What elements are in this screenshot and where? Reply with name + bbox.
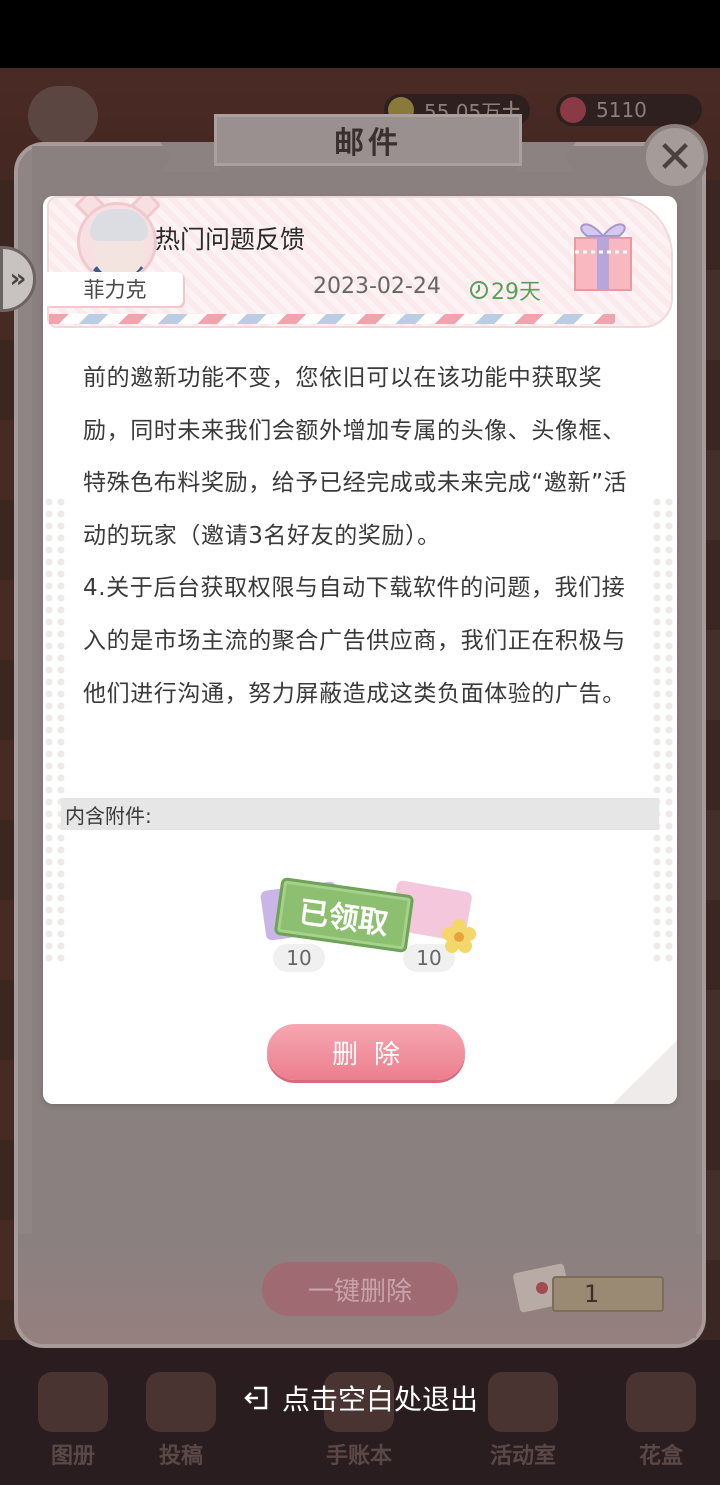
clock-icon (470, 281, 488, 299)
status-bar-area (0, 0, 720, 68)
exit-icon (244, 1386, 268, 1410)
sender-avatar (77, 202, 157, 282)
menu-item-label: 活动室 (489, 1443, 556, 1469)
exit-hint[interactable]: 点击空白处退出 (0, 1376, 720, 1420)
menu-item-label: 手账本 (325, 1443, 392, 1469)
mail-body: 前的邀新功能不变，您依旧可以在该功能中获取奖励，同时未来我们会额外增加专属的头像… (83, 352, 639, 720)
menu-item-label: 花盒 (638, 1443, 683, 1469)
mail-body-paragraph: 前的邀新功能不变，您依旧可以在该功能中获取奖励，同时未来我们会额外增加专属的头像… (83, 365, 628, 549)
gift-icon (574, 223, 632, 291)
close-icon: ✕ (656, 131, 694, 183)
lace-decoration-right (651, 496, 677, 966)
mail-detail-card: 菲力克 热门问题反馈 2023-02-24 29天 前的邀新功能不变，您依旧可以… (43, 196, 677, 1104)
mail-subject: 热门问题反馈 (155, 225, 306, 254)
page-curl-decoration (613, 1040, 677, 1104)
menu-item-label: 投稿 (158, 1443, 203, 1469)
gem-icon (560, 97, 586, 123)
exit-hint-text: 点击空白处退出 (281, 1383, 478, 1416)
double-chevron-right-icon: » (9, 264, 27, 294)
lace-decoration-left (43, 496, 69, 966)
close-button[interactable]: ✕ (642, 124, 708, 190)
mail-expiry-value: 29天 (491, 280, 541, 305)
flower-icon (442, 919, 476, 953)
menu-item-label: 图册 (50, 1443, 95, 1469)
attachment-qty: 10 (273, 944, 325, 972)
currency-gem: 5110 (556, 94, 702, 126)
sender-name: 菲力克 (47, 272, 183, 306)
attachments-label: 内含附件: (61, 798, 659, 830)
currency-gem-value: 5110 (596, 98, 647, 122)
mail-window-title: 邮件 (214, 114, 522, 166)
mail-date: 2023-02-24 (313, 274, 441, 299)
delete-all-button[interactable]: 一键删除 (262, 1262, 458, 1316)
delete-button[interactable]: 删除 (267, 1024, 465, 1080)
mail-count: 1 (552, 1276, 664, 1312)
mail-body-paragraph: 4.关于后台获取权限与自动下载软件的问题，我们接入的是市场主流的聚合广告供应商，… (83, 575, 626, 707)
player-avatar (28, 86, 98, 146)
airmail-stripe (49, 314, 615, 324)
mail-expiry: 29天 (469, 274, 541, 306)
